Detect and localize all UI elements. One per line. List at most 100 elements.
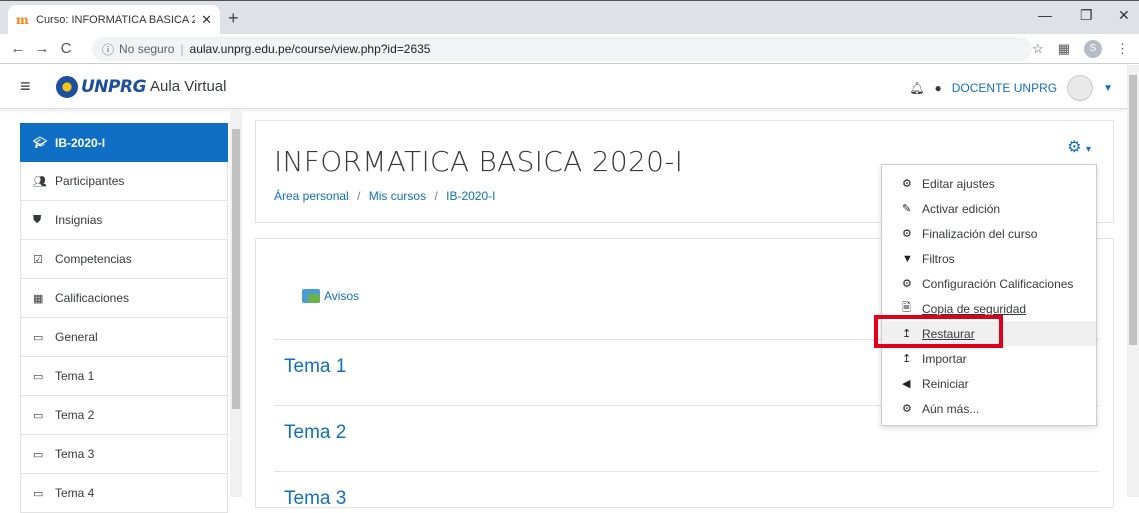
tab-close-icon[interactable]: ✕: [201, 12, 212, 28]
sidebar-item-label: Competencias: [55, 252, 132, 266]
site-logo[interactable]: UNPRG: [56, 75, 147, 98]
url-field[interactable]: ⓘ No seguro | aulav.unprg.edu.pe/course/…: [92, 37, 1032, 61]
menu-item-label: Finalización del curso: [922, 226, 1038, 241]
message-icon[interactable]: ●: [935, 81, 942, 95]
sidebar-item-course[interactable]: 🎓︎ IB-2020-I: [20, 123, 228, 162]
gear-icon: ⚙: [902, 178, 912, 190]
scrollbar-thumb[interactable]: [1129, 75, 1137, 345]
menu-item-label: Filtros: [922, 251, 955, 266]
breadcrumb-separator: /: [357, 189, 361, 203]
url-separator: |: [180, 42, 184, 56]
minimize-icon[interactable]: —: [1038, 7, 1052, 23]
menu-item-label: Activar edición: [922, 201, 1001, 216]
forum-icon: [302, 289, 320, 303]
sidebar-item-calificaciones[interactable]: ▦ Calificaciones: [20, 279, 228, 318]
sidebar-item-label: General: [55, 330, 98, 344]
gear-icon: ⚙: [902, 278, 912, 290]
breadcrumb-course[interactable]: IB-2020-I: [446, 189, 495, 203]
menu-item-label: Editar ajustes: [922, 176, 995, 191]
avisos-label: Avisos: [324, 289, 360, 303]
menu-item-label: Reiniciar: [922, 376, 969, 391]
menu-item-label: Aún más...: [922, 401, 980, 416]
sidebar-scrollbar[interactable]: [230, 109, 242, 497]
bell-icon[interactable]: 🔔︎: [909, 81, 924, 95]
sidebar-item-insignias[interactable]: ⛊ Insignias: [20, 201, 228, 240]
forward-icon[interactable]: →: [30, 40, 54, 57]
menu-item-label: Copia de seguridad: [922, 301, 1027, 316]
page-title: INFORMATICA BASICA 2020-I: [274, 145, 684, 178]
users-icon: 👥︎: [33, 175, 47, 188]
shield-icon: ⛊: [33, 213, 42, 226]
user-avatar[interactable]: [1067, 75, 1094, 101]
sidebar-item-competencias[interactable]: ☑ Competencias: [20, 240, 228, 279]
url-text: aulav.unprg.edu.pe/course/view.php?id=26…: [189, 42, 431, 56]
menu-item-activar-edicion[interactable]: ✎ Activar edición: [882, 196, 1096, 221]
table-icon: ▦: [33, 292, 44, 305]
folder-icon: ▭: [33, 331, 44, 344]
menu-item-editar-ajustes[interactable]: ⚙ Editar ajustes: [882, 171, 1096, 196]
gear-icon: ⚙: [902, 403, 912, 415]
chevron-down-icon[interactable]: ▼: [1103, 83, 1113, 94]
new-tab-button[interactable]: +: [228, 8, 239, 29]
avisos-link[interactable]: Avisos: [302, 289, 359, 303]
brand-name: UNPRG: [81, 76, 147, 97]
security-label: No seguro: [119, 42, 175, 56]
breadcrumb-area-personal[interactable]: Área personal: [274, 189, 349, 203]
star-icon[interactable]: ☆: [1032, 41, 1044, 57]
tab-title: Curso: INFORMATICA BASICA 20: [36, 14, 196, 26]
menu-dots-icon[interactable]: ⋮: [1116, 41, 1129, 57]
sidebar-item-label: Calificaciones: [55, 291, 130, 305]
address-bar: ← → C ⓘ No seguro | aulav.unprg.edu.pe/c…: [0, 34, 1139, 64]
moodle-favicon-icon: m: [16, 13, 29, 27]
sidebar-item-tema-1[interactable]: ▭ Tema 1: [20, 357, 228, 396]
folder-icon: ▭: [33, 487, 44, 500]
menu-item-finalizacion[interactable]: ⚙ Finalización del curso: [882, 221, 1096, 246]
pencil-icon: ✎: [902, 203, 912, 215]
info-icon[interactable]: ⓘ: [102, 41, 114, 58]
profile-avatar[interactable]: S: [1084, 40, 1102, 58]
sidebar-item-label: Participantes: [55, 174, 125, 188]
filter-icon: ▼: [902, 252, 913, 265]
hamburger-icon[interactable]: ≡: [20, 76, 44, 97]
reload-icon[interactable]: C: [54, 40, 78, 57]
extensions-icon[interactable]: ▦: [1058, 41, 1070, 57]
browser-tab[interactable]: m Curso: INFORMATICA BASICA 20 ✕: [8, 5, 220, 35]
sidebar-item-tema-4[interactable]: ▭ Tema 4: [20, 474, 228, 513]
page-scrollbar[interactable]: [1127, 65, 1139, 497]
sidebar-item-participantes[interactable]: 👥︎ Participantes: [20, 162, 228, 201]
section-title[interactable]: Tema 3: [284, 488, 346, 510]
course-sidebar: 🎓︎ IB-2020-I 👥︎ Participantes ⛊ Insignia…: [20, 123, 228, 513]
gear-icon: ⚙: [902, 228, 912, 240]
highlight-annotation: [874, 315, 1003, 348]
menu-item-importar[interactable]: ↥ Importar: [882, 346, 1096, 371]
sidebar-item-label: Tema 1: [55, 369, 95, 383]
sidebar-item-label: Insignias: [55, 213, 103, 227]
section-title[interactable]: Tema 2: [284, 422, 346, 444]
maximize-icon[interactable]: ❐: [1080, 7, 1093, 24]
menu-item-reiniciar[interactable]: ◀ Reiniciar: [882, 371, 1096, 396]
sidebar-item-label: Tema 4: [55, 486, 95, 500]
menu-item-filtros[interactable]: ▼ Filtros: [882, 246, 1096, 271]
menu-item-configuracion-calificaciones[interactable]: ⚙ Configuración Calificaciones: [882, 271, 1096, 296]
graduation-cap-icon: 🎓︎: [33, 137, 47, 149]
breadcrumb: Área personal / Mis cursos / IB-2020-I: [274, 189, 495, 203]
sidebar-item-label: Tema 2: [55, 408, 95, 422]
section-title[interactable]: Tema 1: [284, 356, 346, 378]
user-name[interactable]: DOCENTE UNPRG: [952, 81, 1057, 95]
breadcrumb-separator: /: [434, 189, 438, 203]
scrollbar-thumb[interactable]: [232, 129, 240, 409]
site-navbar: ≡ UNPRG Aula Virtual 🔔︎ ● DOCENTE UNPRG …: [0, 65, 1127, 109]
browser-tabbar: m Curso: INFORMATICA BASICA 20 ✕ + — ❐ ✕: [0, 0, 1139, 35]
sidebar-item-tema-2[interactable]: ▭ Tema 2: [20, 396, 228, 435]
back-icon[interactable]: ←: [6, 40, 30, 57]
user-area: 🔔︎ ● DOCENTE UNPRG ▼: [909, 75, 1113, 101]
sidebar-item-general[interactable]: ▭ General: [20, 318, 228, 357]
course-actions-gear-icon[interactable]: ⚙ ▾: [1067, 137, 1091, 157]
sidebar-item-tema-3[interactable]: ▭ Tema 3: [20, 435, 228, 474]
breadcrumb-mis-cursos[interactable]: Mis cursos: [369, 189, 426, 203]
upload-icon: ↥: [902, 353, 912, 365]
address-bar-actions: ☆ ▦ S ⋮: [1032, 40, 1129, 58]
window-close-icon[interactable]: ✕: [1118, 7, 1130, 24]
site-name[interactable]: Aula Virtual: [150, 78, 226, 95]
menu-item-aun-mas[interactable]: ⚙ Aún más...: [882, 396, 1096, 421]
